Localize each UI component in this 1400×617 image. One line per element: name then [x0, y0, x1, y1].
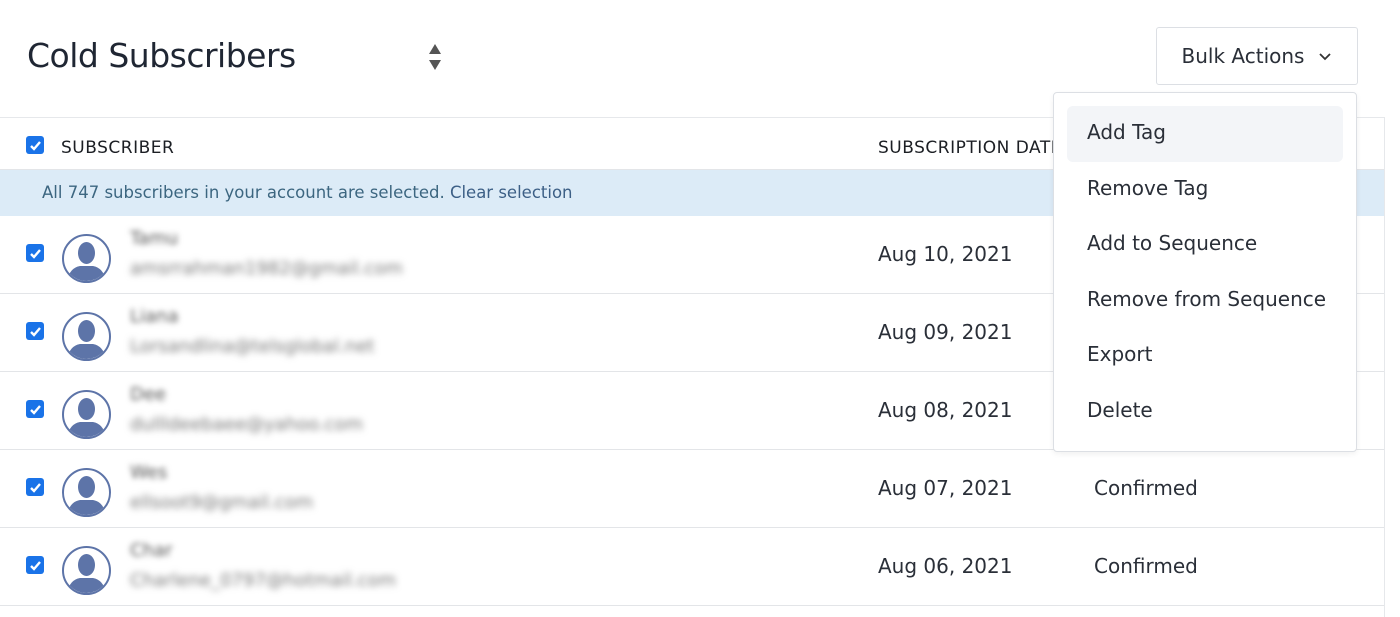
row-checkbox[interactable] [26, 556, 44, 574]
menu-item-export[interactable]: Export [1067, 328, 1343, 384]
menu-item-add-tag[interactable]: Add Tag [1067, 106, 1343, 162]
user-icon [67, 476, 106, 515]
row-checkbox[interactable] [26, 478, 44, 496]
subscriber-email: amsrrahman1982@gmail.com [130, 258, 403, 279]
bulk-actions-button[interactable]: Bulk Actions [1156, 27, 1358, 85]
subscriber-email: ellsoot9@gmail.com [130, 492, 314, 513]
user-icon [67, 554, 106, 593]
page-title: Cold Subscribers [27, 36, 296, 75]
menu-item-delete[interactable]: Delete [1067, 384, 1343, 440]
menu-item-remove-tag[interactable]: Remove Tag [1067, 162, 1343, 218]
bulk-actions-label: Bulk Actions [1181, 44, 1305, 68]
avatar [62, 546, 111, 595]
row-checkbox[interactable] [26, 400, 44, 418]
row-checkbox[interactable] [26, 322, 44, 340]
clear-selection-link[interactable]: Clear selection [450, 183, 573, 202]
subscription-date: Aug 07, 2021 [878, 476, 1013, 500]
header-subscriber[interactable]: SUBSCRIBER [61, 138, 174, 158]
header-subscription-date[interactable]: SUBSCRIPTION DATE [878, 138, 1062, 158]
select-all-checkbox[interactable] [26, 136, 44, 154]
subscriber-name[interactable]: Liana [130, 306, 179, 327]
subscriber-email: Charlene_0797@hotmail.com [130, 570, 396, 591]
chevron-down-icon [1319, 52, 1332, 60]
table-row[interactable]: Wes ellsoot9@gmail.com Aug 07, 2021 Conf… [0, 450, 1384, 528]
subscriber-name[interactable]: Tamu [130, 228, 178, 249]
avatar [62, 234, 111, 283]
bulk-actions-menu: Add Tag Remove Tag Add to Sequence Remove f… [1053, 92, 1357, 452]
user-icon [67, 320, 106, 359]
subscriber-email: dullldeebaee@yahoo.com [130, 414, 363, 435]
subscriber-status: Confirmed [1094, 476, 1198, 500]
subscriber-status: Confirmed [1094, 554, 1198, 578]
subscriber-name[interactable]: Char [130, 540, 172, 561]
subscription-date: Aug 06, 2021 [878, 554, 1013, 578]
subscription-date: Aug 10, 2021 [878, 242, 1013, 266]
subscription-date: Aug 08, 2021 [878, 398, 1013, 422]
avatar [62, 390, 111, 439]
avatar [62, 468, 111, 517]
selection-text: All 747 subscribers in your account are … [42, 183, 445, 202]
menu-item-remove-from-sequence[interactable]: Remove from Sequence [1067, 273, 1343, 329]
subscriber-name[interactable]: Dee [130, 384, 166, 405]
subscriber-email: Lorsandlina@telsglobal.net [130, 336, 375, 357]
table-row[interactable]: Char Charlene_0797@hotmail.com Aug 06, 2… [0, 528, 1384, 606]
subscription-date: Aug 09, 2021 [878, 320, 1013, 344]
menu-item-add-to-sequence[interactable]: Add to Sequence [1067, 217, 1343, 273]
user-icon [67, 242, 106, 281]
avatar [62, 312, 111, 361]
sort-icon[interactable] [428, 43, 442, 71]
user-icon [67, 398, 106, 437]
row-checkbox[interactable] [26, 244, 44, 262]
subscriber-name[interactable]: Wes [130, 462, 167, 483]
